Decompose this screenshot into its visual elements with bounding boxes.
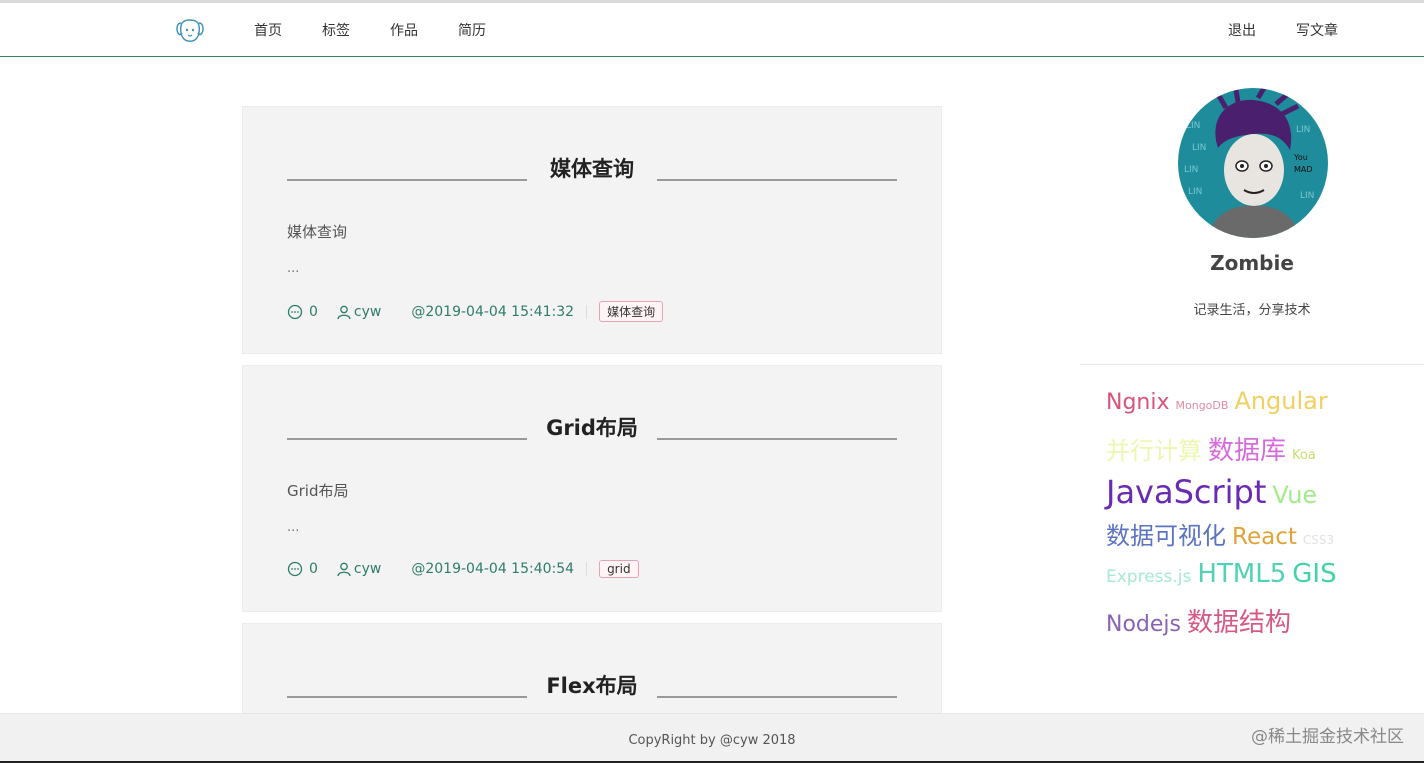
comment-icon xyxy=(287,304,303,319)
svg-text:LIN: LIN xyxy=(1186,121,1200,131)
tag-cloud-item[interactable]: 数据结构 xyxy=(1187,602,1291,639)
tag-cloud-item[interactable]: Angular xyxy=(1234,387,1327,415)
tag-cloud-item[interactable]: JavaScript xyxy=(1106,473,1266,511)
author-name: cyw xyxy=(353,303,382,320)
post-tag[interactable]: 媒体查询 xyxy=(599,301,664,322)
profile-motto: 记录生活，分享技术 xyxy=(1193,303,1311,318)
author-name: cyw xyxy=(353,561,382,577)
dog-logo-icon[interactable] xyxy=(175,17,205,43)
svg-text:LIN: LIN xyxy=(1184,165,1198,175)
comment-count: 0 xyxy=(309,303,318,320)
tag-cloud-item[interactable]: GIS xyxy=(1292,559,1336,589)
post-ellipsis: ... xyxy=(287,261,300,276)
footer: CopyRight by @cyw 2018 @稀土掘金技术社区 xyxy=(0,713,1424,763)
svg-text:MAD: MAD xyxy=(1294,165,1313,174)
svg-text:You: You xyxy=(1293,153,1308,162)
tag-cloud-item[interactable]: Koa xyxy=(1292,448,1316,463)
tag-cloud-item[interactable]: 数据库 xyxy=(1208,430,1286,467)
post-date: @2019-04-04 15:40:54 xyxy=(411,561,575,577)
tag-cloud-row: Nodejs 数据结构 xyxy=(1106,602,1406,645)
post-date: @2019-04-04 15:41:32 xyxy=(411,303,575,320)
meta-separator xyxy=(586,304,588,319)
tag-cloud-row: 数据可视化 React CSS3 xyxy=(1106,516,1406,559)
post-title-row: Flex布局 xyxy=(287,672,897,702)
nav-works[interactable]: 作品 xyxy=(390,20,418,40)
tag-cloud-row: 并行计算 数据库 Koa xyxy=(1106,430,1406,473)
profile-sidebar: LIN LIN LIN LIN LIN LIN You MAD Zombie 记录生活，… xyxy=(1080,57,1424,713)
tag-cloud-row: Express.js HTML5 GIS xyxy=(1106,559,1406,602)
nav-resume[interactable]: 简历 xyxy=(458,20,486,40)
post-meta: 0 cyw @2019-04-04 15:41:32 媒体查询 xyxy=(287,301,664,322)
title-divider-right xyxy=(657,696,897,698)
nav-home[interactable]: 首页 xyxy=(254,20,282,40)
svg-text:LIN: LIN xyxy=(1300,191,1314,201)
svg-text:LIN: LIN xyxy=(1188,187,1202,197)
tag-cloud-item[interactable]: React xyxy=(1232,524,1297,550)
tag-cloud-item[interactable]: Vue xyxy=(1272,481,1317,509)
post-summary: Grid布局 xyxy=(287,482,349,500)
tag-cloud-item[interactable]: 数据可视化 xyxy=(1106,516,1226,551)
tag-cloud-item[interactable]: 并行计算 xyxy=(1106,431,1202,466)
tag-cloud-item[interactable]: Ngnix xyxy=(1106,390,1170,415)
post-author[interactable]: cyw xyxy=(336,304,381,320)
tag-cloud-row: Ngnix MongoDB Angular xyxy=(1106,387,1406,430)
user-nav: 退出 写文章 xyxy=(1188,3,1338,57)
svg-text:LIN: LIN xyxy=(1192,143,1206,153)
main-nav: 首页 标签 作品 简历 xyxy=(254,3,526,57)
user-icon xyxy=(337,562,351,577)
copyright-text: CopyRight by @cyw 2018 xyxy=(628,733,796,748)
title-divider-right xyxy=(657,438,897,440)
navbar: 首页 标签 作品 简历 退出 写文章 xyxy=(0,3,1424,57)
nav-tags[interactable]: 标签 xyxy=(322,20,350,40)
tag-cloud-item[interactable]: Express.js xyxy=(1106,567,1191,587)
sidebar-divider xyxy=(1080,364,1424,365)
profile-name: Zombie xyxy=(1210,251,1294,275)
post-summary: 媒体查询 xyxy=(287,223,348,241)
post-card: Grid布局 Grid布局 ... 0 cyw @2019-04-04 15:4… xyxy=(242,365,942,612)
post-title-row: Grid布局 xyxy=(287,414,897,444)
post-card: Flex布局 xyxy=(242,623,942,723)
comment-count: 0 xyxy=(309,561,318,577)
title-divider-right xyxy=(657,179,897,181)
tag-cloud: Ngnix MongoDB Angular 并行计算 数据库 Koa JavaScript V… xyxy=(1106,387,1406,645)
tag-cloud-item[interactable]: CSS3 xyxy=(1303,533,1334,547)
tag-cloud-item[interactable]: Nodejs xyxy=(1106,612,1181,637)
svg-text:LIN: LIN xyxy=(1296,125,1310,135)
post-card: 媒体查询 媒体查询 ... 0 cyw @2019-04-04 15:41:32… xyxy=(242,106,942,354)
post-author[interactable]: cyw xyxy=(336,561,381,577)
post-tag[interactable]: grid xyxy=(599,560,639,578)
avatar[interactable]: LIN LIN LIN LIN LIN LIN You MAD xyxy=(1178,88,1328,238)
logout-link[interactable]: 退出 xyxy=(1228,20,1256,40)
user-icon xyxy=(337,305,351,319)
watermark: @稀土掘金技术社区 xyxy=(1251,727,1404,747)
post-meta: 0 cyw @2019-04-04 15:40:54 grid xyxy=(287,560,639,578)
meta-separator xyxy=(586,562,588,576)
post-title-row: 媒体查询 xyxy=(287,155,897,185)
tag-cloud-row: JavaScript Vue xyxy=(1106,473,1406,516)
comment-icon xyxy=(287,561,303,577)
write-article-link[interactable]: 写文章 xyxy=(1296,20,1338,40)
post-ellipsis: ... xyxy=(287,520,300,535)
tag-cloud-item[interactable]: HTML5 xyxy=(1197,559,1286,589)
tag-cloud-item[interactable]: MongoDB xyxy=(1176,399,1229,412)
